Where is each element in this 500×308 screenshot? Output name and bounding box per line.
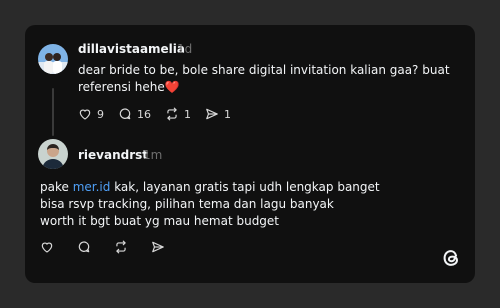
comment-button[interactable]: 16: [118, 107, 151, 121]
post-text-line: dear bride to be, bole share digital inv…: [78, 63, 450, 77]
thread-connector-line: [52, 88, 54, 136]
mer-id-link[interactable]: mer.id: [73, 180, 111, 194]
post-text-line: referensi hehe❤️: [78, 79, 180, 96]
post-username[interactable]: dillavistaamelia: [78, 42, 185, 56]
post-actions: 9 16 1 1: [78, 107, 245, 121]
threads-logo-icon: [440, 247, 462, 269]
reply-text: pake: [40, 180, 73, 194]
repost-icon: [165, 107, 179, 121]
reply-text: kak, layanan gratis tapi udh lengkap ban…: [110, 180, 380, 194]
repost-icon: [114, 240, 128, 254]
repost-count: 1: [184, 107, 191, 121]
repost-button[interactable]: 1: [165, 107, 191, 121]
reply-time: 1m: [143, 148, 163, 162]
heart-icon: [40, 240, 54, 254]
heart-icon: [78, 107, 92, 121]
reply-text-line: bisa rsvp tracking, pilihan tema dan lag…: [40, 197, 334, 211]
heart-emoji: ❤️: [164, 80, 180, 94]
comment-count: 16: [137, 107, 151, 121]
avatar-dillavistaamelia[interactable]: [38, 44, 68, 74]
share-button[interactable]: 1: [205, 107, 231, 121]
comment-icon: [77, 240, 91, 254]
share-button[interactable]: [151, 240, 165, 254]
comment-button[interactable]: [77, 240, 91, 254]
comment-icon: [118, 107, 132, 121]
post-time: 1d: [177, 42, 193, 56]
reply-text-line: pake mer.id kak, layanan gratis tapi udh…: [40, 179, 380, 196]
share-icon: [205, 107, 219, 121]
like-button[interactable]: 9: [78, 107, 104, 121]
reply-text-line: worth it bgt buat yg mau hemat budget: [40, 214, 280, 228]
post-text: referensi hehe: [78, 80, 165, 94]
repost-button[interactable]: [114, 240, 128, 254]
share-icon: [151, 240, 165, 254]
avatar-rievandrst[interactable]: [38, 139, 68, 169]
like-button[interactable]: [40, 240, 54, 254]
like-count: 9: [97, 107, 104, 121]
share-count: 1: [224, 107, 231, 121]
thread-card: dillavistaamelia 1d dear bride to be, bo…: [25, 25, 475, 283]
reply-actions: [40, 240, 179, 254]
reply-username[interactable]: rievandrst: [78, 148, 148, 162]
